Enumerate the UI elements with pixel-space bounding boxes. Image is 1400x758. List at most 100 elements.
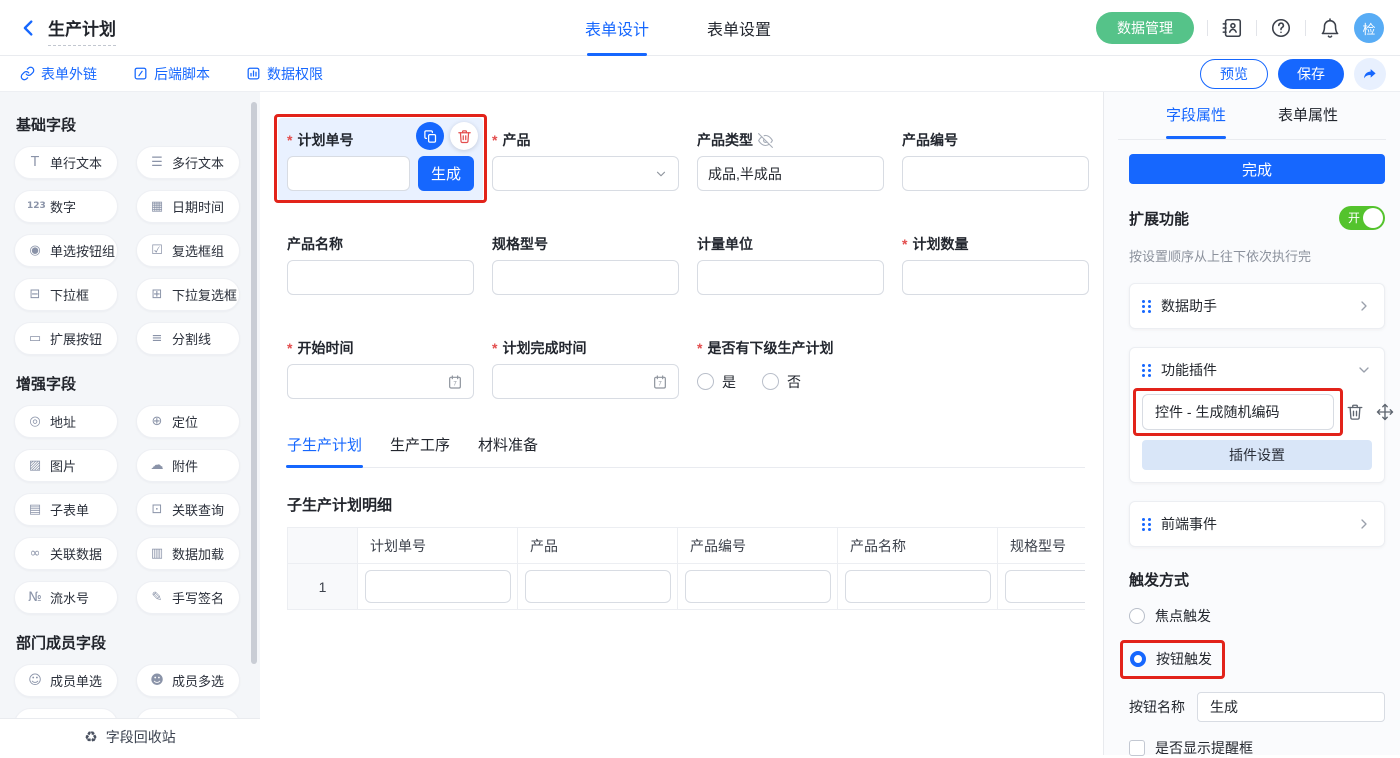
- field-type-member-multi[interactable]: ☻成员多选: [136, 664, 240, 697]
- plugin-select[interactable]: 控件 - 生成随机编码: [1142, 394, 1334, 430]
- field-product-name[interactable]: 产品名称: [278, 222, 483, 305]
- subtable-header-row: 计划单号 产品 产品编号 产品名称 规格型号: [288, 528, 1085, 564]
- delete-plugin-icon[interactable]: [1346, 403, 1364, 421]
- radio-option-no[interactable]: 否: [762, 372, 801, 392]
- field-type-number[interactable]: 123数字: [14, 190, 118, 223]
- field-start-time[interactable]: 开始时间 7: [278, 326, 483, 409]
- contact-book-icon[interactable]: [1221, 17, 1243, 39]
- share-button[interactable]: [1354, 58, 1386, 90]
- link-icon: [20, 66, 35, 81]
- field-type-dropdown[interactable]: ⊟下拉框: [14, 278, 118, 311]
- field-finish-time[interactable]: 计划完成时间 7: [483, 326, 688, 409]
- product-select[interactable]: [492, 156, 679, 191]
- button-name-input[interactable]: 生成: [1197, 692, 1385, 722]
- move-plugin-icon[interactable]: [1376, 403, 1394, 421]
- tab-production-process[interactable]: 生产工序: [390, 425, 450, 467]
- data-permission-item[interactable]: 数据权限: [246, 64, 323, 84]
- field-type-serial-number[interactable]: №流水号: [14, 581, 118, 614]
- data-manage-button[interactable]: 数据管理: [1096, 12, 1194, 44]
- tab-material-preparation[interactable]: 材料准备: [478, 425, 538, 467]
- copy-field-button[interactable]: [416, 122, 444, 150]
- recycle-icon: ♻: [84, 728, 97, 746]
- field-recycle-bin[interactable]: ♻ 字段回收站: [0, 718, 260, 755]
- section-title-enhanced-fields: 增强字段: [16, 375, 246, 395]
- calendar-icon: 7: [447, 374, 463, 390]
- done-button[interactable]: 完成: [1129, 154, 1385, 184]
- field-type-data-load[interactable]: ▥数据加载: [136, 537, 240, 570]
- preview-button[interactable]: 预览: [1200, 59, 1268, 89]
- save-button[interactable]: 保存: [1278, 59, 1344, 89]
- field-type-image[interactable]: ▨图片: [14, 449, 118, 482]
- field-product[interactable]: 产品: [483, 118, 688, 201]
- spec-input[interactable]: [492, 260, 679, 295]
- tab-form-design[interactable]: 表单设计: [585, 0, 649, 56]
- back-icon[interactable]: [18, 17, 40, 39]
- user-avatar[interactable]: 检: [1354, 13, 1384, 43]
- subtable-cell-input[interactable]: [685, 570, 831, 603]
- product-type-input[interactable]: 成品,半成品: [697, 156, 884, 191]
- field-type-location[interactable]: ⊕定位: [136, 405, 240, 438]
- product-name-input[interactable]: [287, 260, 474, 295]
- drag-handle-icon[interactable]: [1142, 518, 1151, 531]
- field-type-subform[interactable]: ▤子表单: [14, 493, 118, 526]
- tab-sub-production-plan[interactable]: 子生产计划: [287, 425, 362, 467]
- external-link-item[interactable]: 表单外链: [20, 64, 97, 84]
- sidebar-scrollbar[interactable]: [251, 102, 257, 664]
- field-type-single-line-text[interactable]: T单行文本: [14, 146, 118, 179]
- backend-script-item[interactable]: 后端脚本: [133, 64, 210, 84]
- generate-button[interactable]: 生成: [418, 156, 474, 191]
- field-qty[interactable]: 计划数量: [893, 222, 1098, 305]
- field-type-datetime[interactable]: ▦日期时间: [136, 190, 240, 223]
- tab-form-settings[interactable]: 表单设置: [707, 0, 771, 56]
- trigger-option-focus[interactable]: 焦点触发: [1129, 606, 1385, 626]
- field-unit[interactable]: 计量单位: [688, 222, 893, 305]
- trigger-option-button[interactable]: 按钮触发: [1130, 649, 1212, 669]
- subtable-cell-input[interactable]: [365, 570, 511, 603]
- field-type-divider[interactable]: ≡分割线: [136, 322, 240, 355]
- delete-field-button[interactable]: [450, 122, 478, 150]
- tab-field-properties[interactable]: 字段属性: [1166, 92, 1226, 139]
- extended-functions-toggle[interactable]: 开: [1339, 206, 1385, 230]
- field-type-checkbox-group[interactable]: ☑复选框组: [136, 234, 240, 267]
- plan-no-input[interactable]: [287, 156, 410, 191]
- field-type-signature[interactable]: ✎手写签名: [136, 581, 240, 614]
- calendar-icon: ▦: [149, 200, 165, 213]
- drag-handle-icon[interactable]: [1142, 300, 1151, 313]
- field-type-member-single[interactable]: ☺成员单选: [14, 664, 118, 697]
- field-product-type[interactable]: 产品类型 成品,半成品: [688, 118, 893, 201]
- data-assistant-header[interactable]: 数据助手: [1142, 284, 1372, 328]
- notification-bell-icon[interactable]: [1319, 17, 1341, 39]
- finish-time-input[interactable]: 7: [492, 364, 679, 399]
- field-has-sub-plan[interactable]: 是否有下级生产计划 是 否: [688, 326, 1098, 409]
- field-type-relate-query[interactable]: ⊡关联查询: [136, 493, 240, 526]
- subtable-cell-input[interactable]: [1005, 570, 1086, 603]
- field-product-code[interactable]: 产品编号: [893, 118, 1098, 201]
- show-alert-checkbox-row[interactable]: 是否显示提醒框: [1129, 738, 1385, 758]
- field-type-attachment[interactable]: ☁附件: [136, 449, 240, 482]
- qty-input[interactable]: [902, 260, 1089, 295]
- field-type-relate-data[interactable]: ∞关联数据: [14, 537, 118, 570]
- unit-input[interactable]: [697, 260, 884, 295]
- help-icon[interactable]: [1270, 17, 1292, 39]
- field-type-extend-button[interactable]: ▭扩展按钮: [14, 322, 118, 355]
- subtable-cell-input[interactable]: [845, 570, 991, 603]
- tab-form-properties[interactable]: 表单属性: [1278, 92, 1338, 139]
- page-title[interactable]: 生产计划: [48, 15, 116, 46]
- radio-option-yes[interactable]: 是: [697, 372, 736, 392]
- svg-text:7: 7: [453, 381, 457, 387]
- field-plan-no[interactable]: 计划单号 生成: [278, 118, 483, 201]
- field-spec[interactable]: 规格型号: [483, 222, 688, 305]
- frontend-event-header[interactable]: 前端事件: [1142, 502, 1372, 546]
- subtable-cell-input[interactable]: [525, 570, 671, 603]
- plugin-settings-button[interactable]: 插件设置: [1142, 440, 1372, 470]
- field-type-multi-line-text[interactable]: ☰多行文本: [136, 146, 240, 179]
- column-header: 计划单号: [358, 528, 518, 564]
- product-code-input[interactable]: [902, 156, 1089, 191]
- drag-handle-icon[interactable]: [1142, 364, 1151, 377]
- function-plugin-header[interactable]: 功能插件: [1142, 348, 1372, 392]
- field-type-multi-dropdown[interactable]: ⊞下拉复选框: [136, 278, 240, 311]
- field-type-address[interactable]: ◎地址: [14, 405, 118, 438]
- start-time-input[interactable]: 7: [287, 364, 474, 399]
- trash-icon: [457, 129, 472, 144]
- field-type-radio-group[interactable]: ◉单选按钮组: [14, 234, 118, 267]
